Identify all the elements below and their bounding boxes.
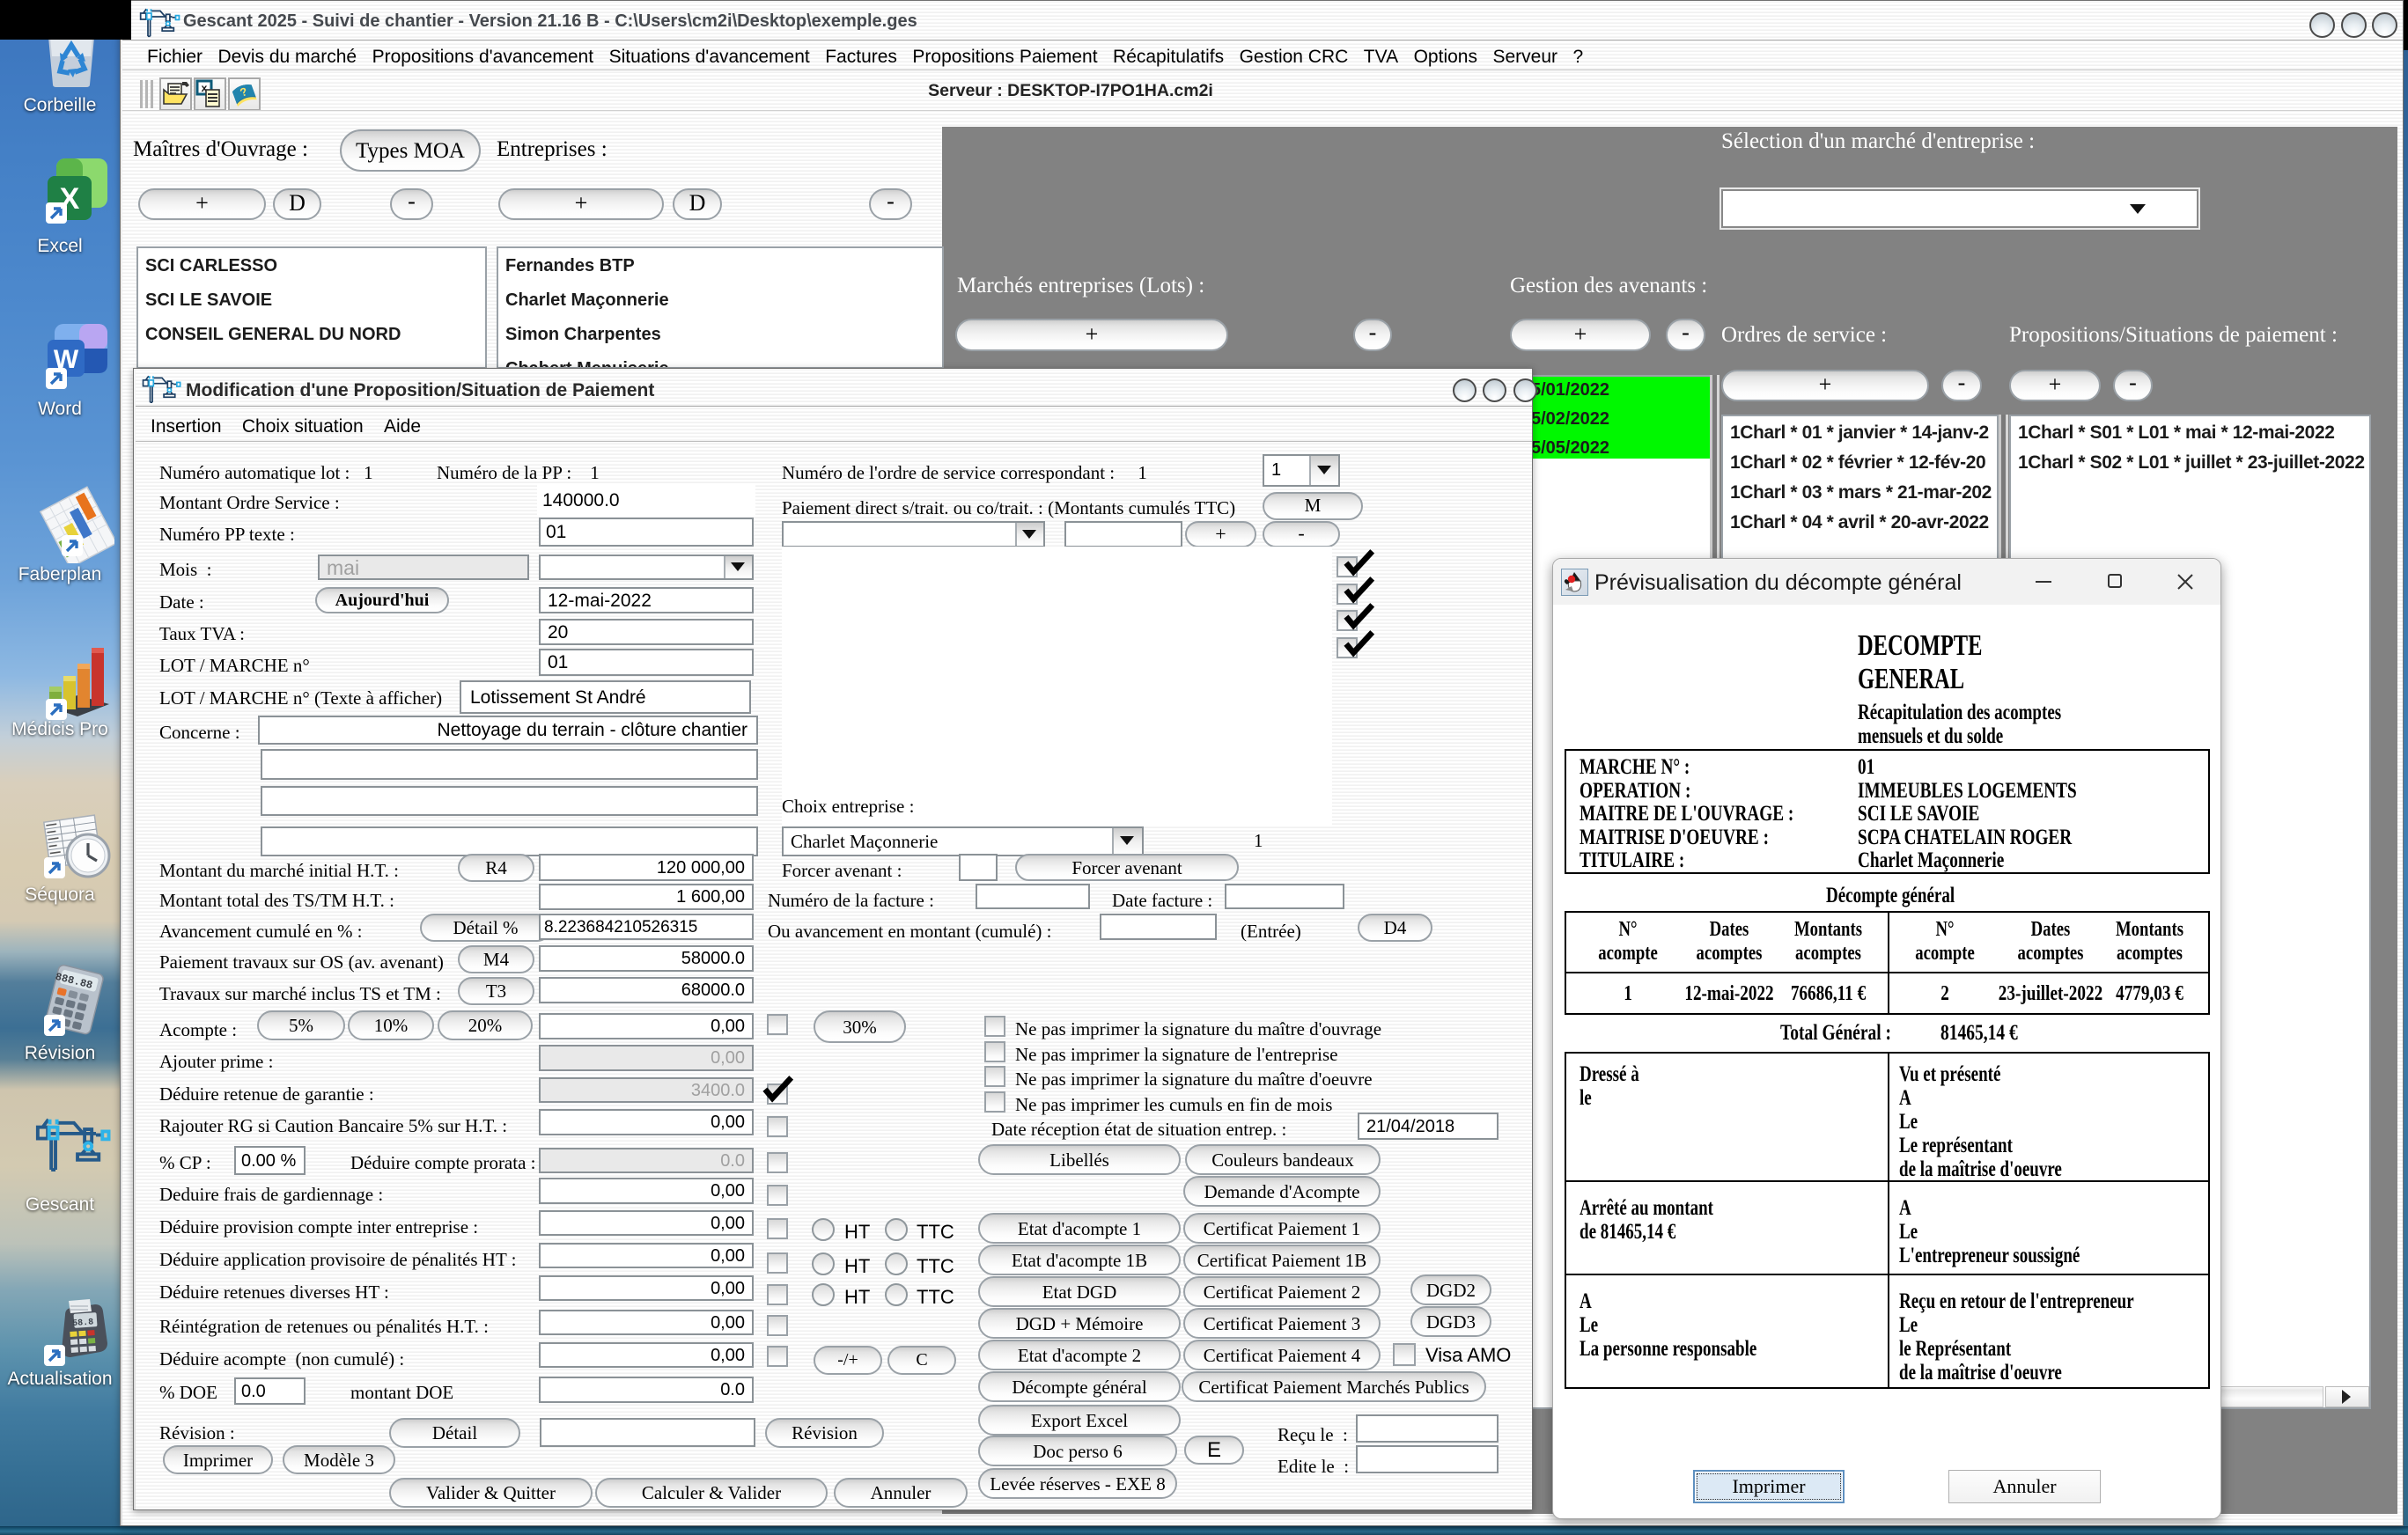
svg-text:58.8: 58.8 — [72, 1318, 94, 1329]
